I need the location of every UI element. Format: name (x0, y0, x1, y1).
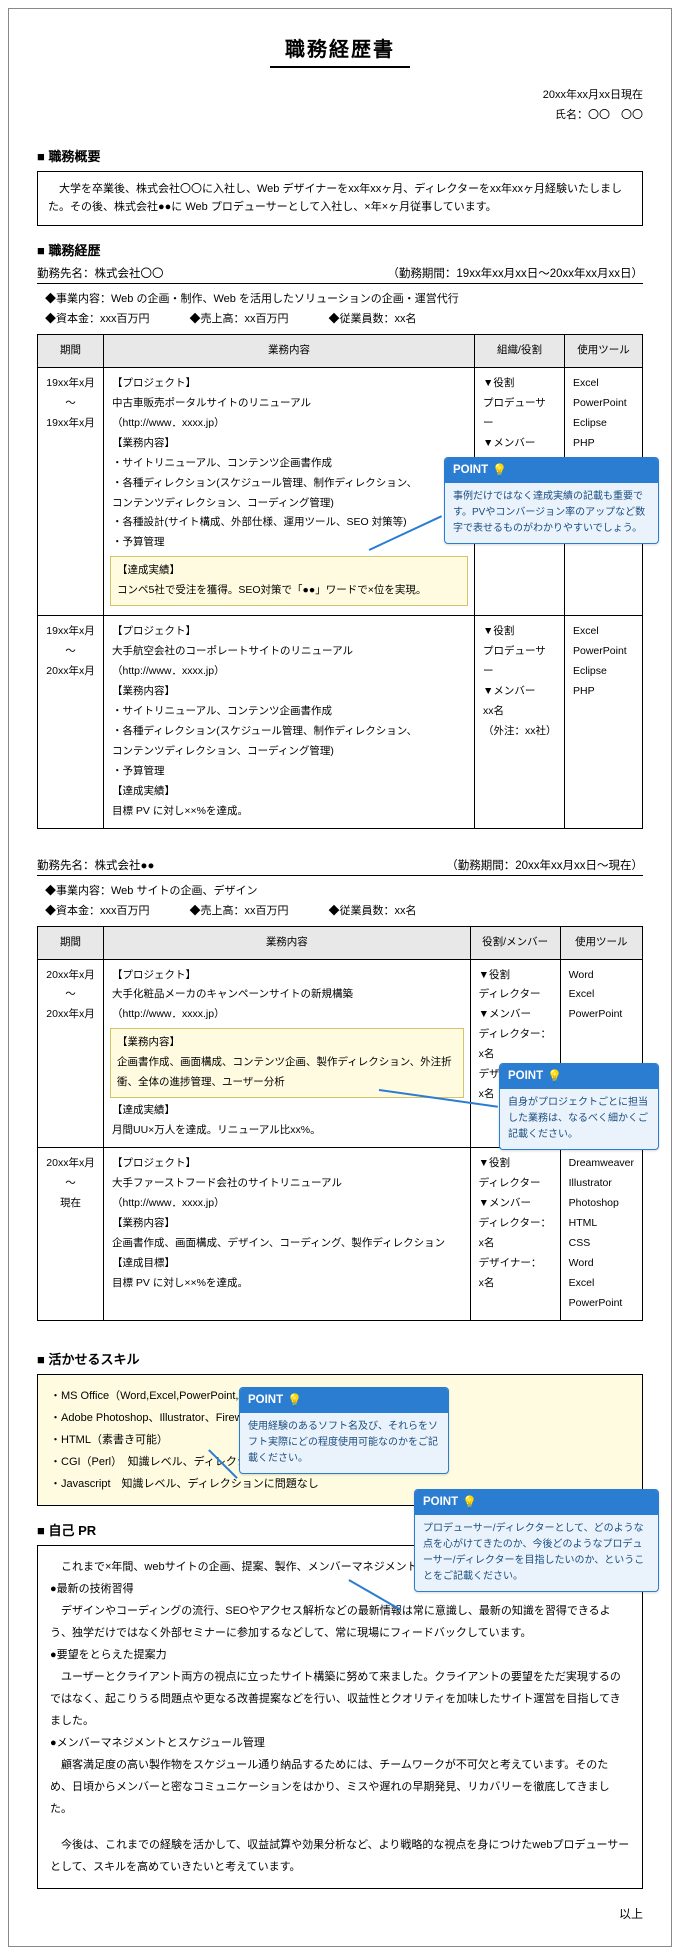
name-field: 氏名：〇〇 〇〇 (37, 106, 643, 126)
point-label: POINT💡 (240, 1388, 448, 1413)
capital: 資本金：xxx百万円 (45, 310, 150, 326)
pr-box: これまで×年間、webサイトの企画、提案、製作、メンバーマネジメントなどを一通り… (37, 1545, 643, 1889)
cell-work: 【プロジェクト】 大手航空会社のコーポレートサイトのリニューアル （http:/… (104, 616, 475, 828)
point-callout-2: POINT💡 自身がプロジェクトごとに担当した業務は、なるべく細かくご記載くださ… (499, 1063, 659, 1150)
section-career-heading: 職務経歴 (37, 240, 643, 259)
outline-box: 大学を卒業後、株式会社〇〇に入社し、Web デザイナーをxx年xxヶ月、ディレク… (37, 171, 643, 226)
work-text: 【プロジェクト】 中古車販売ポータルサイトのリニューアル （http://www… (112, 374, 466, 553)
lightbulb-icon: 💡 (287, 1391, 302, 1410)
table-row: 20xx年x月 〜 現在 【プロジェクト】 大手ファーストフード会社のサイトリニ… (38, 1148, 643, 1321)
cell-work: 【プロジェクト】 大手ファーストフード会社のサイトリニューアル （http://… (104, 1148, 471, 1321)
employees: 従業員数：xx名 (329, 902, 417, 918)
cell-role: ▼役割 ディレクター ▼メンバー ディレクター： x名 デザイナー： x名 (470, 1148, 560, 1321)
point-body: 自身がプロジェクトごとに担当した業務は、なるべく細かくご記載ください。 (500, 1089, 658, 1149)
capital: 資本金：xxx百万円 (45, 902, 150, 918)
career-table-1: 期間 業務内容 組織/役割 使用ツール 19xx年x月 〜 19xx年x月 【プ… (37, 334, 643, 829)
cell-period: 20xx年x月 〜 20xx年x月 (38, 959, 104, 1148)
work-text-2: 【達成実績】 月間UU×万人を達成。リニューアル比xx%。 (112, 1101, 462, 1141)
workplace-period: （勤務期間：20xx年xx月xx日〜現在） (446, 857, 643, 873)
point-label: POINT💡 (415, 1490, 658, 1515)
point-callout-1: POINT💡 事例だけではなく達成実績の記載も重要です。PVやコンバージョン率の… (444, 457, 659, 544)
cell-period: 20xx年x月 〜 現在 (38, 1148, 104, 1321)
point-label: POINT💡 (445, 458, 658, 483)
cell-tools: Excel PowerPoint Eclipse PHP (565, 616, 643, 828)
title-underline (270, 66, 410, 68)
th-tools: 使用ツール (565, 334, 643, 367)
current-date: 20xx年xx月xx日現在 (37, 86, 643, 106)
th-work: 業務内容 (104, 926, 471, 959)
workplace-period: （勤務期間：19xx年xx月xx日〜20xx年xx月xx日） (387, 265, 643, 281)
table-header-row: 期間 業務内容 役割/メンバー 使用ツール (38, 926, 643, 959)
page-title: 職務経歴書 (37, 33, 643, 62)
pr-para-2: ユーザーとクライアント両方の視点に立ったサイト構築に努めて来ました。クライアント… (50, 1666, 630, 1732)
point-callout-4: POINT💡 プロデューサー/ディレクターとして、どのような点を心がけてきたのか… (414, 1489, 659, 1592)
point-body: 使用経験のあるソフト名及び、それらをソフト実際にどの程度使用可能なのかをご記載く… (240, 1413, 448, 1473)
point-label: POINT💡 (500, 1064, 658, 1089)
pr-para-1: デザインやコーディングの流行、SEOやアクセス解析などの最新情報は常に意識し、最… (50, 1600, 630, 1644)
career-block-1: 勤務先名：株式会社〇〇 （勤務期間：19xx年xx月xx日〜20xx年xx月xx… (37, 265, 643, 829)
pr-heading-3: ●メンバーマネジメントとスケジュール管理 (50, 1732, 630, 1754)
workplace-name: 勤務先名：株式会社●● (37, 857, 154, 873)
pr-closing: 今後は、これまでの経験を活かして、収益試算や効果分析など、より戦略的な視点を身に… (50, 1834, 630, 1878)
pr-heading-2: ●要望をとらえた提案力 (50, 1644, 630, 1666)
closing-text: 以上 (37, 1905, 643, 1922)
business-line: ◆事業内容：Web サイトの企画、デザイン (45, 882, 643, 898)
lightbulb-icon: 💡 (492, 461, 507, 480)
workplace-name: 勤務先名：株式会社〇〇 (37, 265, 164, 281)
lightbulb-icon: 💡 (547, 1067, 562, 1086)
th-role: 組織/役割 (475, 334, 565, 367)
company-meta: 資本金：xxx百万円 売上高：xx百万円 従業員数：xx名 (45, 902, 643, 918)
sales: 売上高：xx百万円 (190, 310, 289, 326)
resume-page: 職務経歴書 20xx年xx月xx日現在 氏名：〇〇 〇〇 職務概要 大学を卒業後… (8, 8, 672, 1947)
cell-tools: Dreamweaver Illustrator Photoshop HTML C… (560, 1148, 642, 1321)
sales: 売上高：xx百万円 (190, 902, 289, 918)
th-period: 期間 (38, 926, 104, 959)
employees: 従業員数：xx名 (329, 310, 417, 326)
cell-role: ▼役割 プロデューサー ▼メンバー xx名 （外注：xx社） (475, 616, 565, 828)
lightbulb-icon: 💡 (462, 1493, 477, 1512)
cell-work: 【プロジェクト】 大手化粧品メーカのキャンペーンサイトの新規構築 （http:/… (104, 959, 471, 1148)
th-tools: 使用ツール (560, 926, 642, 959)
cell-period: 19xx年x月 〜 19xx年x月 (38, 367, 104, 615)
point-body: 事例だけではなく達成実績の記載も重要です。PVやコンバージョン率のアップなど数字… (445, 483, 658, 543)
pr-para-3: 顧客満足度の高い製作物をスケジュール通り納品するためには、チームワークが不可欠と… (50, 1754, 630, 1820)
table-header-row: 期間 業務内容 組織/役割 使用ツール (38, 334, 643, 367)
cell-work: 【プロジェクト】 中古車販売ポータルサイトのリニューアル （http://www… (104, 367, 475, 615)
section-outline-heading: 職務概要 (37, 146, 643, 165)
header-date-name: 20xx年xx月xx日現在 氏名：〇〇 〇〇 (37, 86, 643, 126)
company-meta: 資本金：xxx百万円 売上高：xx百万円 従業員数：xx名 (45, 310, 643, 326)
point-callout-3: POINT💡 使用経験のあるソフト名及び、それらをソフト実際にどの程度使用可能な… (239, 1387, 449, 1474)
business-line: ◆事業内容：Web の企画・制作、Web を活用したソリューションの企画・運営代… (45, 290, 643, 306)
section-skills-heading: 活かせるスキル (37, 1349, 643, 1368)
th-role: 役割/メンバー (470, 926, 560, 959)
work-text: 【プロジェクト】 大手化粧品メーカのキャンペーンサイトの新規構築 （http:/… (112, 966, 462, 1026)
workplace-row: 勤務先名：株式会社●● （勤務期間：20xx年xx月xx日〜現在） (37, 857, 643, 876)
work-content-highlight: 【業務内容】 企画書作成、画面構成、コンテンツ企画、製作ディレクション、外注折衝… (110, 1028, 464, 1098)
cell-period: 19xx年x月 〜 20xx年x月 (38, 616, 104, 828)
table-row: 19xx年x月 〜 20xx年x月 【プロジェクト】 大手航空会社のコーポレート… (38, 616, 643, 828)
point-body: プロデューサー/ディレクターとして、どのような点を心がけてきたのか、今後どのよう… (415, 1515, 658, 1591)
th-period: 期間 (38, 334, 104, 367)
workplace-row: 勤務先名：株式会社〇〇 （勤務期間：19xx年xx月xx日〜20xx年xx月xx… (37, 265, 643, 284)
achievement-highlight: 【達成実績】 コンペ5社で受注を獲得。SEO対策で「●●」ワードで×位を実現。 (110, 556, 468, 606)
th-work: 業務内容 (104, 334, 475, 367)
